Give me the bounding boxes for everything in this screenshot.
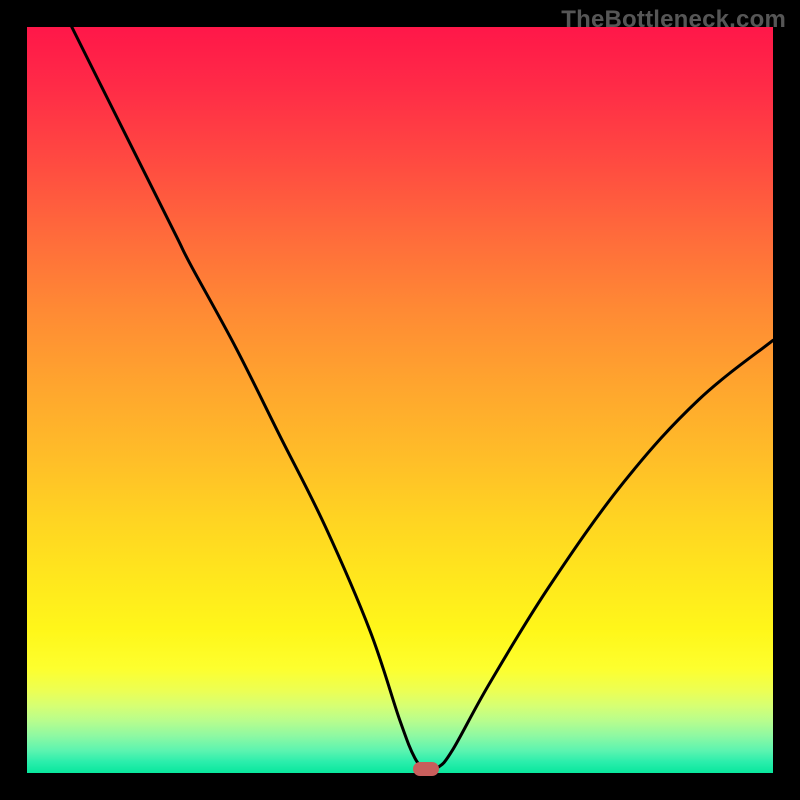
plot-area [27, 27, 773, 773]
bottleneck-curve [27, 27, 773, 773]
chart-frame: TheBottleneck.com [0, 0, 800, 800]
minimum-marker [413, 762, 439, 776]
